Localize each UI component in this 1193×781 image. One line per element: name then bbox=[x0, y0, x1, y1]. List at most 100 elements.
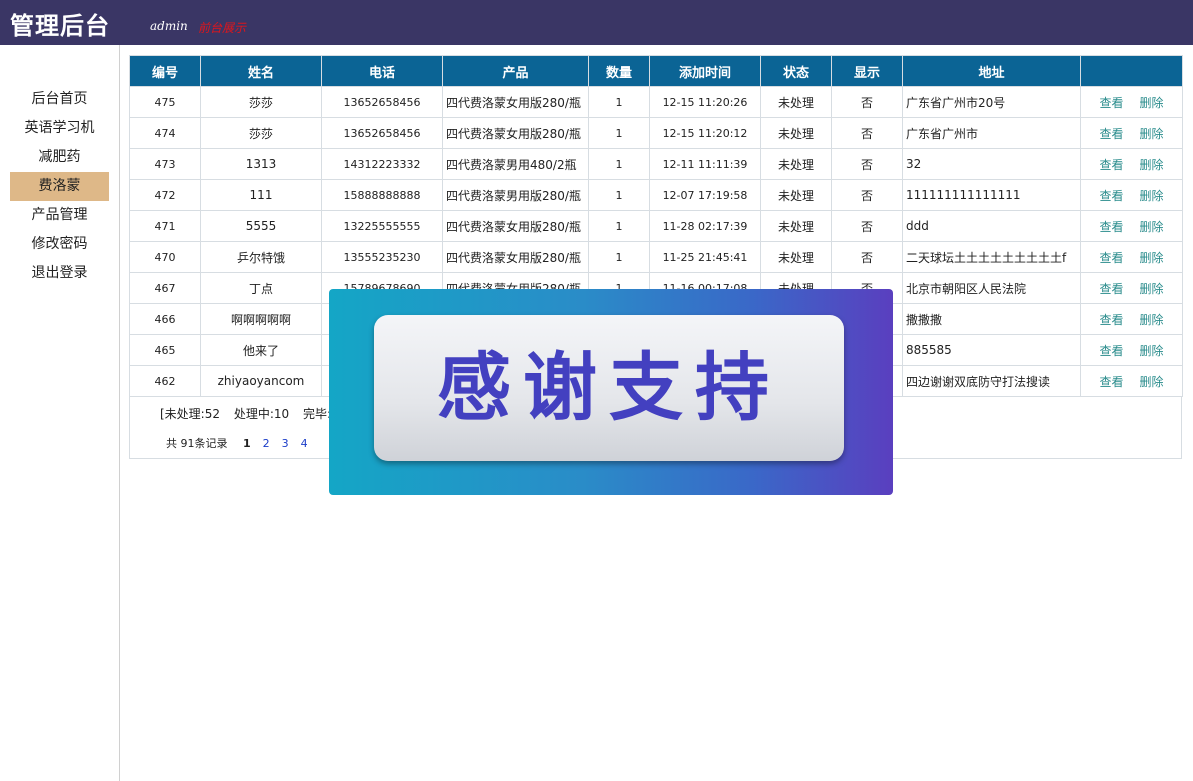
cell-id: 474 bbox=[129, 117, 201, 149]
cell-id: 475 bbox=[129, 86, 201, 118]
cell-show: 否 bbox=[831, 241, 903, 273]
cell-phone: 15888888888 bbox=[321, 179, 443, 211]
view-link[interactable]: 查看 bbox=[1099, 282, 1123, 296]
cell-address: 32 bbox=[902, 148, 1081, 180]
cell-id: 472 bbox=[129, 179, 201, 211]
app-title: 管理后台 bbox=[10, 12, 110, 40]
cell-qty: 1 bbox=[588, 148, 650, 180]
cell-name: 莎莎 bbox=[200, 86, 322, 118]
cell-product: 四代费洛蒙男用480/2瓶 bbox=[442, 148, 589, 180]
view-link[interactable]: 查看 bbox=[1099, 375, 1123, 389]
sidebar-item-4[interactable]: 产品管理 bbox=[10, 201, 109, 230]
popup-button[interactable]: 感谢支持 bbox=[374, 315, 844, 461]
column-header: 状态 bbox=[760, 55, 832, 87]
delete-link[interactable]: 删除 bbox=[1140, 282, 1164, 296]
table-row: 472 111 15888888888 四代费洛蒙男用版280/瓶 1 12-07 17:… bbox=[129, 179, 1183, 211]
cell-id: 471 bbox=[129, 210, 201, 242]
delete-link[interactable]: 删除 bbox=[1140, 220, 1164, 234]
cell-actions: 查看 删除 bbox=[1080, 241, 1183, 273]
delete-link[interactable]: 删除 bbox=[1140, 96, 1164, 110]
cell-address: 二天球坛土土土土土土土土土f bbox=[902, 241, 1081, 273]
view-link[interactable]: 查看 bbox=[1099, 251, 1123, 265]
cell-phone: 13652658456 bbox=[321, 117, 443, 149]
cell-id: 473 bbox=[129, 148, 201, 180]
delete-link[interactable]: 删除 bbox=[1140, 127, 1164, 141]
cell-id: 466 bbox=[129, 303, 201, 335]
view-link[interactable]: 查看 bbox=[1099, 189, 1123, 203]
cell-show: 否 bbox=[831, 86, 903, 118]
sidebar-item-3[interactable]: 费洛蒙 bbox=[10, 172, 109, 201]
delete-link[interactable]: 删除 bbox=[1140, 158, 1164, 172]
sidebar-item-1[interactable]: 英语学习机 bbox=[10, 114, 109, 143]
column-header: 添加时间 bbox=[649, 55, 761, 87]
sidebar-item-0[interactable]: 后台首页 bbox=[10, 85, 109, 114]
cell-phone: 13652658456 bbox=[321, 86, 443, 118]
view-link[interactable]: 查看 bbox=[1099, 313, 1123, 327]
cell-actions: 查看 删除 bbox=[1080, 303, 1183, 335]
page-link-3[interactable]: 3 bbox=[282, 437, 289, 450]
cell-time: 11-25 21:45:41 bbox=[649, 241, 761, 273]
column-header: 数量 bbox=[588, 55, 650, 87]
cell-show: 否 bbox=[831, 179, 903, 211]
delete-link[interactable]: 删除 bbox=[1140, 251, 1164, 265]
cell-address: ddd bbox=[902, 210, 1081, 242]
cell-time: 12-07 17:19:58 bbox=[649, 179, 761, 211]
frontend-demo-link[interactable]: 前台展示 bbox=[198, 19, 246, 36]
cell-time: 12-15 11:20:12 bbox=[649, 117, 761, 149]
delete-link[interactable]: 删除 bbox=[1140, 375, 1164, 389]
view-link[interactable]: 查看 bbox=[1099, 344, 1123, 358]
delete-link[interactable]: 删除 bbox=[1140, 344, 1164, 358]
sidebar-item-2[interactable]: 减肥药 bbox=[10, 143, 109, 172]
cell-address: 四边谢谢双底防守打法搜读 bbox=[902, 365, 1081, 397]
cell-time: 12-11 11:11:39 bbox=[649, 148, 761, 180]
column-header: 姓名 bbox=[200, 55, 322, 87]
cell-time: 11-28 02:17:39 bbox=[649, 210, 761, 242]
column-header: 地址 bbox=[902, 55, 1081, 87]
cell-qty: 1 bbox=[588, 179, 650, 211]
cell-address: 111111111111111 bbox=[902, 179, 1081, 211]
table-row: 470 乒尔特饿 13555235230 四代费洛蒙女用版280/瓶 1 11-25 21… bbox=[129, 241, 1183, 273]
page-link-4[interactable]: 4 bbox=[301, 437, 308, 450]
sidebar-item-6[interactable]: 退出登录 bbox=[10, 259, 109, 288]
page-link-2[interactable]: 2 bbox=[263, 437, 270, 450]
cell-time: 12-15 11:20:26 bbox=[649, 86, 761, 118]
cell-name: 啊啊啊啊啊 bbox=[200, 303, 322, 335]
page-link-1[interactable]: 1 bbox=[243, 437, 251, 450]
top-bar: 管理后台 admin 前台展示 bbox=[0, 0, 1193, 45]
thanks-popup-ad[interactable]: 感谢支持 bbox=[329, 289, 893, 495]
current-user: admin bbox=[150, 19, 188, 33]
popup-text: 感谢支持 bbox=[437, 345, 781, 431]
cell-product: 四代费洛蒙女用版280/瓶 bbox=[442, 241, 589, 273]
view-link[interactable]: 查看 bbox=[1099, 158, 1123, 172]
view-link[interactable]: 查看 bbox=[1099, 96, 1123, 110]
cell-actions: 查看 删除 bbox=[1080, 148, 1183, 180]
cell-id: 470 bbox=[129, 241, 201, 273]
cell-address: 广东省广州市 bbox=[902, 117, 1081, 149]
status-summary: [未处理:52 处理中:10 完毕:3 bbox=[160, 405, 349, 422]
cell-name: 乒尔特饿 bbox=[200, 241, 322, 273]
table-row: 471 5555 13225555555 四代费洛蒙女用版280/瓶 1 11-28 02… bbox=[129, 210, 1183, 242]
cell-show: 否 bbox=[831, 148, 903, 180]
cell-phone: 14312223332 bbox=[321, 148, 443, 180]
cell-name: 111 bbox=[200, 179, 322, 211]
cell-address: 885585 bbox=[902, 334, 1081, 366]
delete-link[interactable]: 删除 bbox=[1140, 313, 1164, 327]
cell-qty: 1 bbox=[588, 210, 650, 242]
cell-address: 广东省广州市20号 bbox=[902, 86, 1081, 118]
cell-status: 未处理 bbox=[760, 86, 832, 118]
view-link[interactable]: 查看 bbox=[1099, 220, 1123, 234]
sidebar-nav: 后台首页 英语学习机 减肥药 费洛蒙 产品管理 修改密码 退出登录 bbox=[10, 85, 109, 288]
cell-actions: 查看 删除 bbox=[1080, 210, 1183, 242]
view-link[interactable]: 查看 bbox=[1099, 127, 1123, 141]
cell-qty: 1 bbox=[588, 117, 650, 149]
delete-link[interactable]: 删除 bbox=[1140, 189, 1164, 203]
table-row: 474 莎莎 13652658456 四代费洛蒙女用版280/瓶 1 12-15 11:2… bbox=[129, 117, 1183, 149]
cell-show: 否 bbox=[831, 117, 903, 149]
column-header: 编号 bbox=[129, 55, 201, 87]
cell-status: 未处理 bbox=[760, 241, 832, 273]
sidebar-item-5[interactable]: 修改密码 bbox=[10, 230, 109, 259]
cell-show: 否 bbox=[831, 210, 903, 242]
pagination: 共 91条记录 1234 bbox=[166, 435, 308, 451]
column-header bbox=[1080, 55, 1183, 87]
cell-name: 他来了 bbox=[200, 334, 322, 366]
